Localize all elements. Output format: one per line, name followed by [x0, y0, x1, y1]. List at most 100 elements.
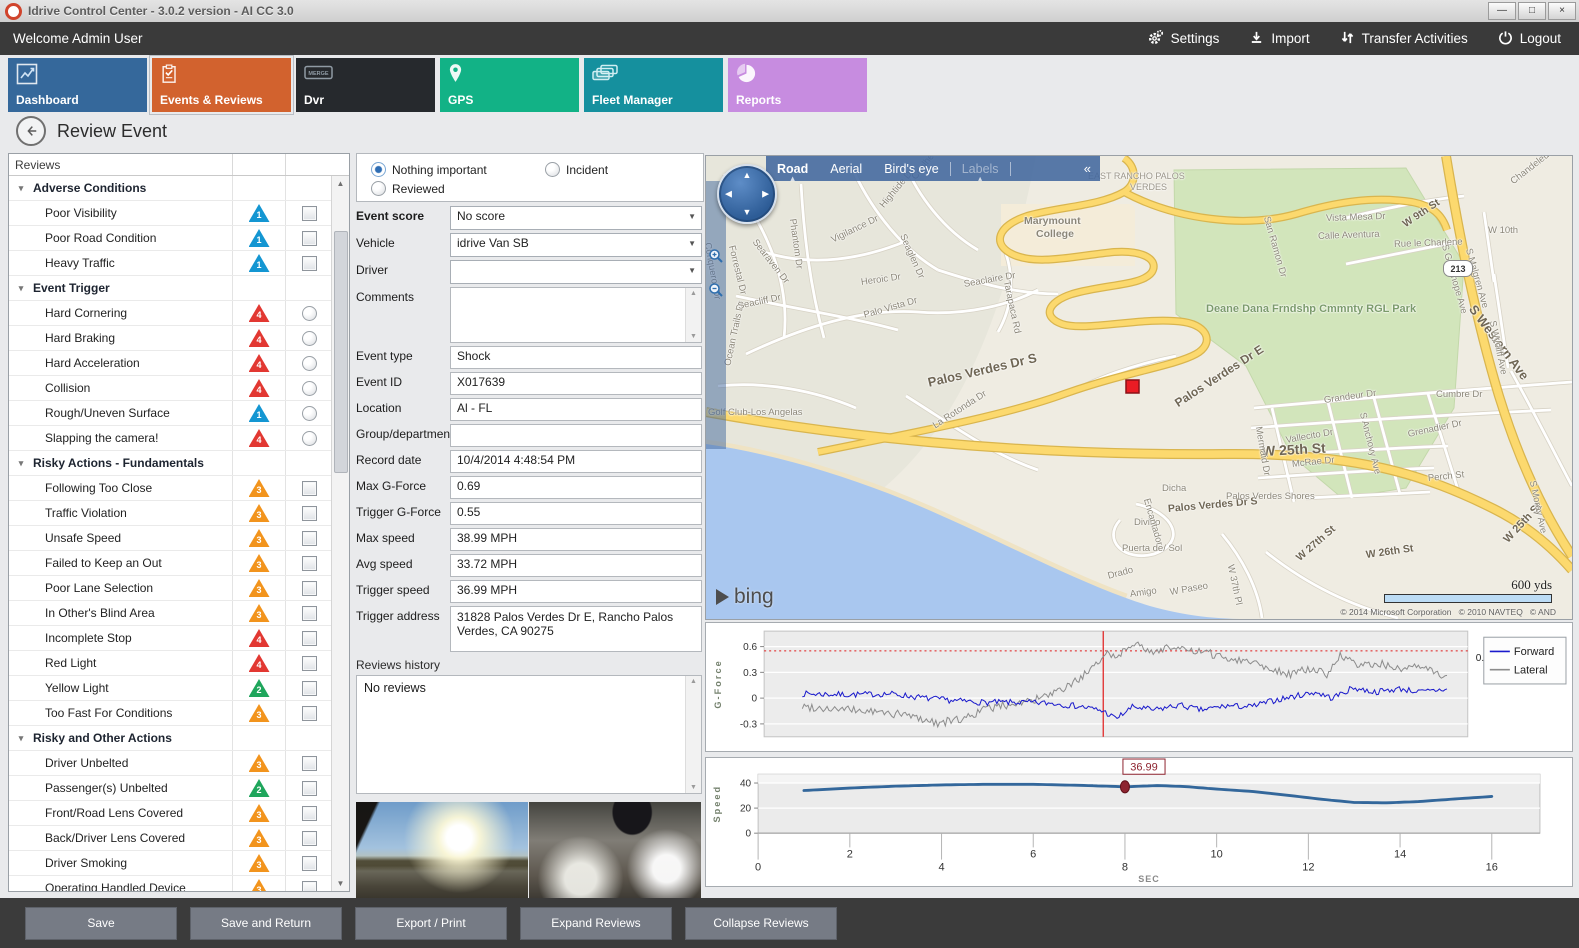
tab-dashboard[interactable]: Dashboard [8, 58, 147, 112]
comments-textarea[interactable]: ▲▼ [450, 287, 702, 343]
trigger-speed-field[interactable]: 36.99 MPH [450, 580, 702, 603]
review-group-row[interactable]: ▾Risky and Other Actions [9, 726, 332, 751]
location-field[interactable]: Al - FL [450, 398, 702, 421]
review-item-row[interactable]: Poor Road Condition1 [9, 226, 332, 251]
logout-button[interactable]: Logout [1498, 30, 1561, 48]
review-item-checkbox[interactable] [302, 781, 317, 796]
save-button[interactable]: Save [25, 907, 177, 940]
review-item-row[interactable]: Yellow Light2 [9, 676, 332, 701]
event-location-marker[interactable] [1126, 380, 1139, 393]
review-item-checkbox[interactable] [302, 506, 317, 521]
review-item-checkbox[interactable] [302, 806, 317, 821]
review-group-row[interactable]: ▾Event Trigger [9, 276, 332, 301]
review-item-row[interactable]: Hard Cornering4 [9, 301, 332, 326]
review-item-row[interactable]: Driver Unbelted3 [9, 751, 332, 776]
review-item-checkbox[interactable] [302, 206, 317, 221]
review-item-row[interactable]: Hard Braking4 [9, 326, 332, 351]
max-speed-field[interactable]: 38.99 MPH [450, 528, 702, 551]
review-group-row[interactable]: ▾Adverse Conditions [9, 176, 332, 201]
review-item-checkbox[interactable] [302, 256, 317, 271]
review-item-radio[interactable] [302, 331, 317, 346]
tab-events-reviews[interactable]: Events & Reviews [152, 58, 291, 112]
pan-right-icon[interactable]: ▶ [762, 190, 769, 199]
avg-speed-field[interactable]: 33.72 MPH [450, 554, 702, 577]
status-radio[interactable] [371, 162, 386, 177]
review-item-checkbox[interactable] [302, 631, 317, 646]
map-tab-bird-s-eye[interactable]: Bird's eye [873, 156, 950, 181]
back-button[interactable] [16, 116, 46, 146]
review-item-checkbox[interactable] [302, 831, 317, 846]
map-tab-labels[interactable]: Labels▴ [951, 156, 1010, 181]
map-tab-aerial[interactable]: Aerial [819, 156, 873, 181]
event-score-select[interactable]: No score▼ [450, 206, 702, 230]
tree-collapse-icon[interactable]: ▾ [9, 283, 33, 294]
tab-reports[interactable]: Reports [728, 58, 867, 112]
map-tab-road[interactable]: Road▴ [766, 156, 819, 181]
export-print-button[interactable]: Export / Print [355, 907, 507, 940]
pan-up-icon[interactable]: ▲ [743, 171, 752, 180]
scroll-down-icon[interactable]: ▼ [332, 876, 349, 891]
max-gforce-field[interactable]: 0.69 [450, 476, 702, 499]
zoom-out-button[interactable] [708, 282, 724, 298]
tree-collapse-icon[interactable]: ▾ [9, 733, 33, 744]
import-button[interactable]: Import [1249, 30, 1309, 48]
settings-button[interactable]: Settings [1147, 29, 1220, 49]
review-item-row[interactable]: Traffic Violation3 [9, 501, 332, 526]
review-item-checkbox[interactable] [302, 481, 317, 496]
review-item-row[interactable]: Slapping the camera!4 [9, 426, 332, 451]
event-id-field[interactable]: X017639 [450, 372, 702, 395]
scrollbar-thumb[interactable] [334, 231, 348, 473]
review-item-checkbox[interactable] [302, 706, 317, 721]
maximize-button[interactable]: □ [1518, 2, 1546, 20]
review-group-row[interactable]: ▾Risky Actions - Fundamentals [9, 451, 332, 476]
tree-collapse-icon[interactable]: ▾ [9, 458, 33, 469]
review-item-row[interactable]: Following Too Close3 [9, 476, 332, 501]
review-item-checkbox[interactable] [302, 756, 317, 771]
review-item-checkbox[interactable] [302, 231, 317, 246]
review-item-row[interactable]: In Other's Blind Area3 [9, 601, 332, 626]
review-item-row[interactable]: Poor Visibility1 [9, 201, 332, 226]
close-button[interactable]: × [1548, 2, 1576, 20]
review-item-checkbox[interactable] [302, 556, 317, 571]
review-item-radio[interactable] [302, 356, 317, 371]
review-item-checkbox[interactable] [302, 531, 317, 546]
review-item-radio[interactable] [302, 381, 317, 396]
review-item-row[interactable]: Operating Handled Device3 [9, 876, 332, 891]
expand-reviews-button[interactable]: Expand Reviews [520, 907, 672, 940]
tab-dvr[interactable]: MERGEDvr [296, 58, 435, 112]
review-item-row[interactable]: Front/Road Lens Covered3 [9, 801, 332, 826]
status-option-nothing-important[interactable]: Nothing important [371, 162, 487, 177]
review-item-checkbox[interactable] [302, 881, 317, 892]
event-type-field[interactable]: Shock [450, 346, 702, 369]
status-option-incident[interactable]: Incident [545, 162, 608, 177]
review-item-row[interactable]: Passenger(s) Unbelted2 [9, 776, 332, 801]
minimize-button[interactable]: — [1488, 2, 1516, 20]
review-item-checkbox[interactable] [302, 606, 317, 621]
review-item-row[interactable]: Unsafe Speed3 [9, 526, 332, 551]
review-item-row[interactable]: Poor Lane Selection3 [9, 576, 332, 601]
history-scrollbar[interactable]: ▲▼ [685, 676, 701, 793]
vehicle-select[interactable]: idrive Van SB▼ [450, 233, 702, 257]
review-item-row[interactable]: Rough/Uneven Surface1 [9, 401, 332, 426]
save-and-return-button[interactable]: Save and Return [190, 907, 342, 940]
tab-fleet-manager[interactable]: Fleet Manager [584, 58, 723, 112]
review-item-checkbox[interactable] [302, 856, 317, 871]
collapse-reviews-button[interactable]: Collapse Reviews [685, 907, 837, 940]
textarea-scrollbar[interactable]: ▲▼ [685, 288, 701, 342]
group-department-field[interactable] [450, 424, 702, 447]
review-item-row[interactable]: Hard Acceleration4 [9, 351, 332, 376]
reviews-history-box[interactable]: No reviews▲▼ [356, 675, 702, 794]
pan-left-icon[interactable]: ◀ [725, 190, 732, 199]
status-option-reviewed[interactable]: Reviewed [371, 181, 445, 196]
review-item-row[interactable]: Heavy Traffic1 [9, 251, 332, 276]
review-item-radio[interactable] [302, 431, 317, 446]
review-item-radio[interactable] [302, 406, 317, 421]
pan-down-icon[interactable]: ▼ [743, 208, 752, 217]
transfer-activities-button[interactable]: Transfer Activities [1340, 30, 1468, 48]
review-item-row[interactable]: Failed to Keep an Out3 [9, 551, 332, 576]
trigger-address-field[interactable]: 31828 Palos Verdes Dr E, Rancho Palos Ve… [450, 606, 702, 652]
reviews-scrollbar[interactable]: ▲ ▼ [331, 176, 349, 891]
driver-select[interactable]: ▼ [450, 260, 702, 284]
review-item-checkbox[interactable] [302, 656, 317, 671]
map-collapse-button[interactable]: « [1075, 161, 1100, 176]
